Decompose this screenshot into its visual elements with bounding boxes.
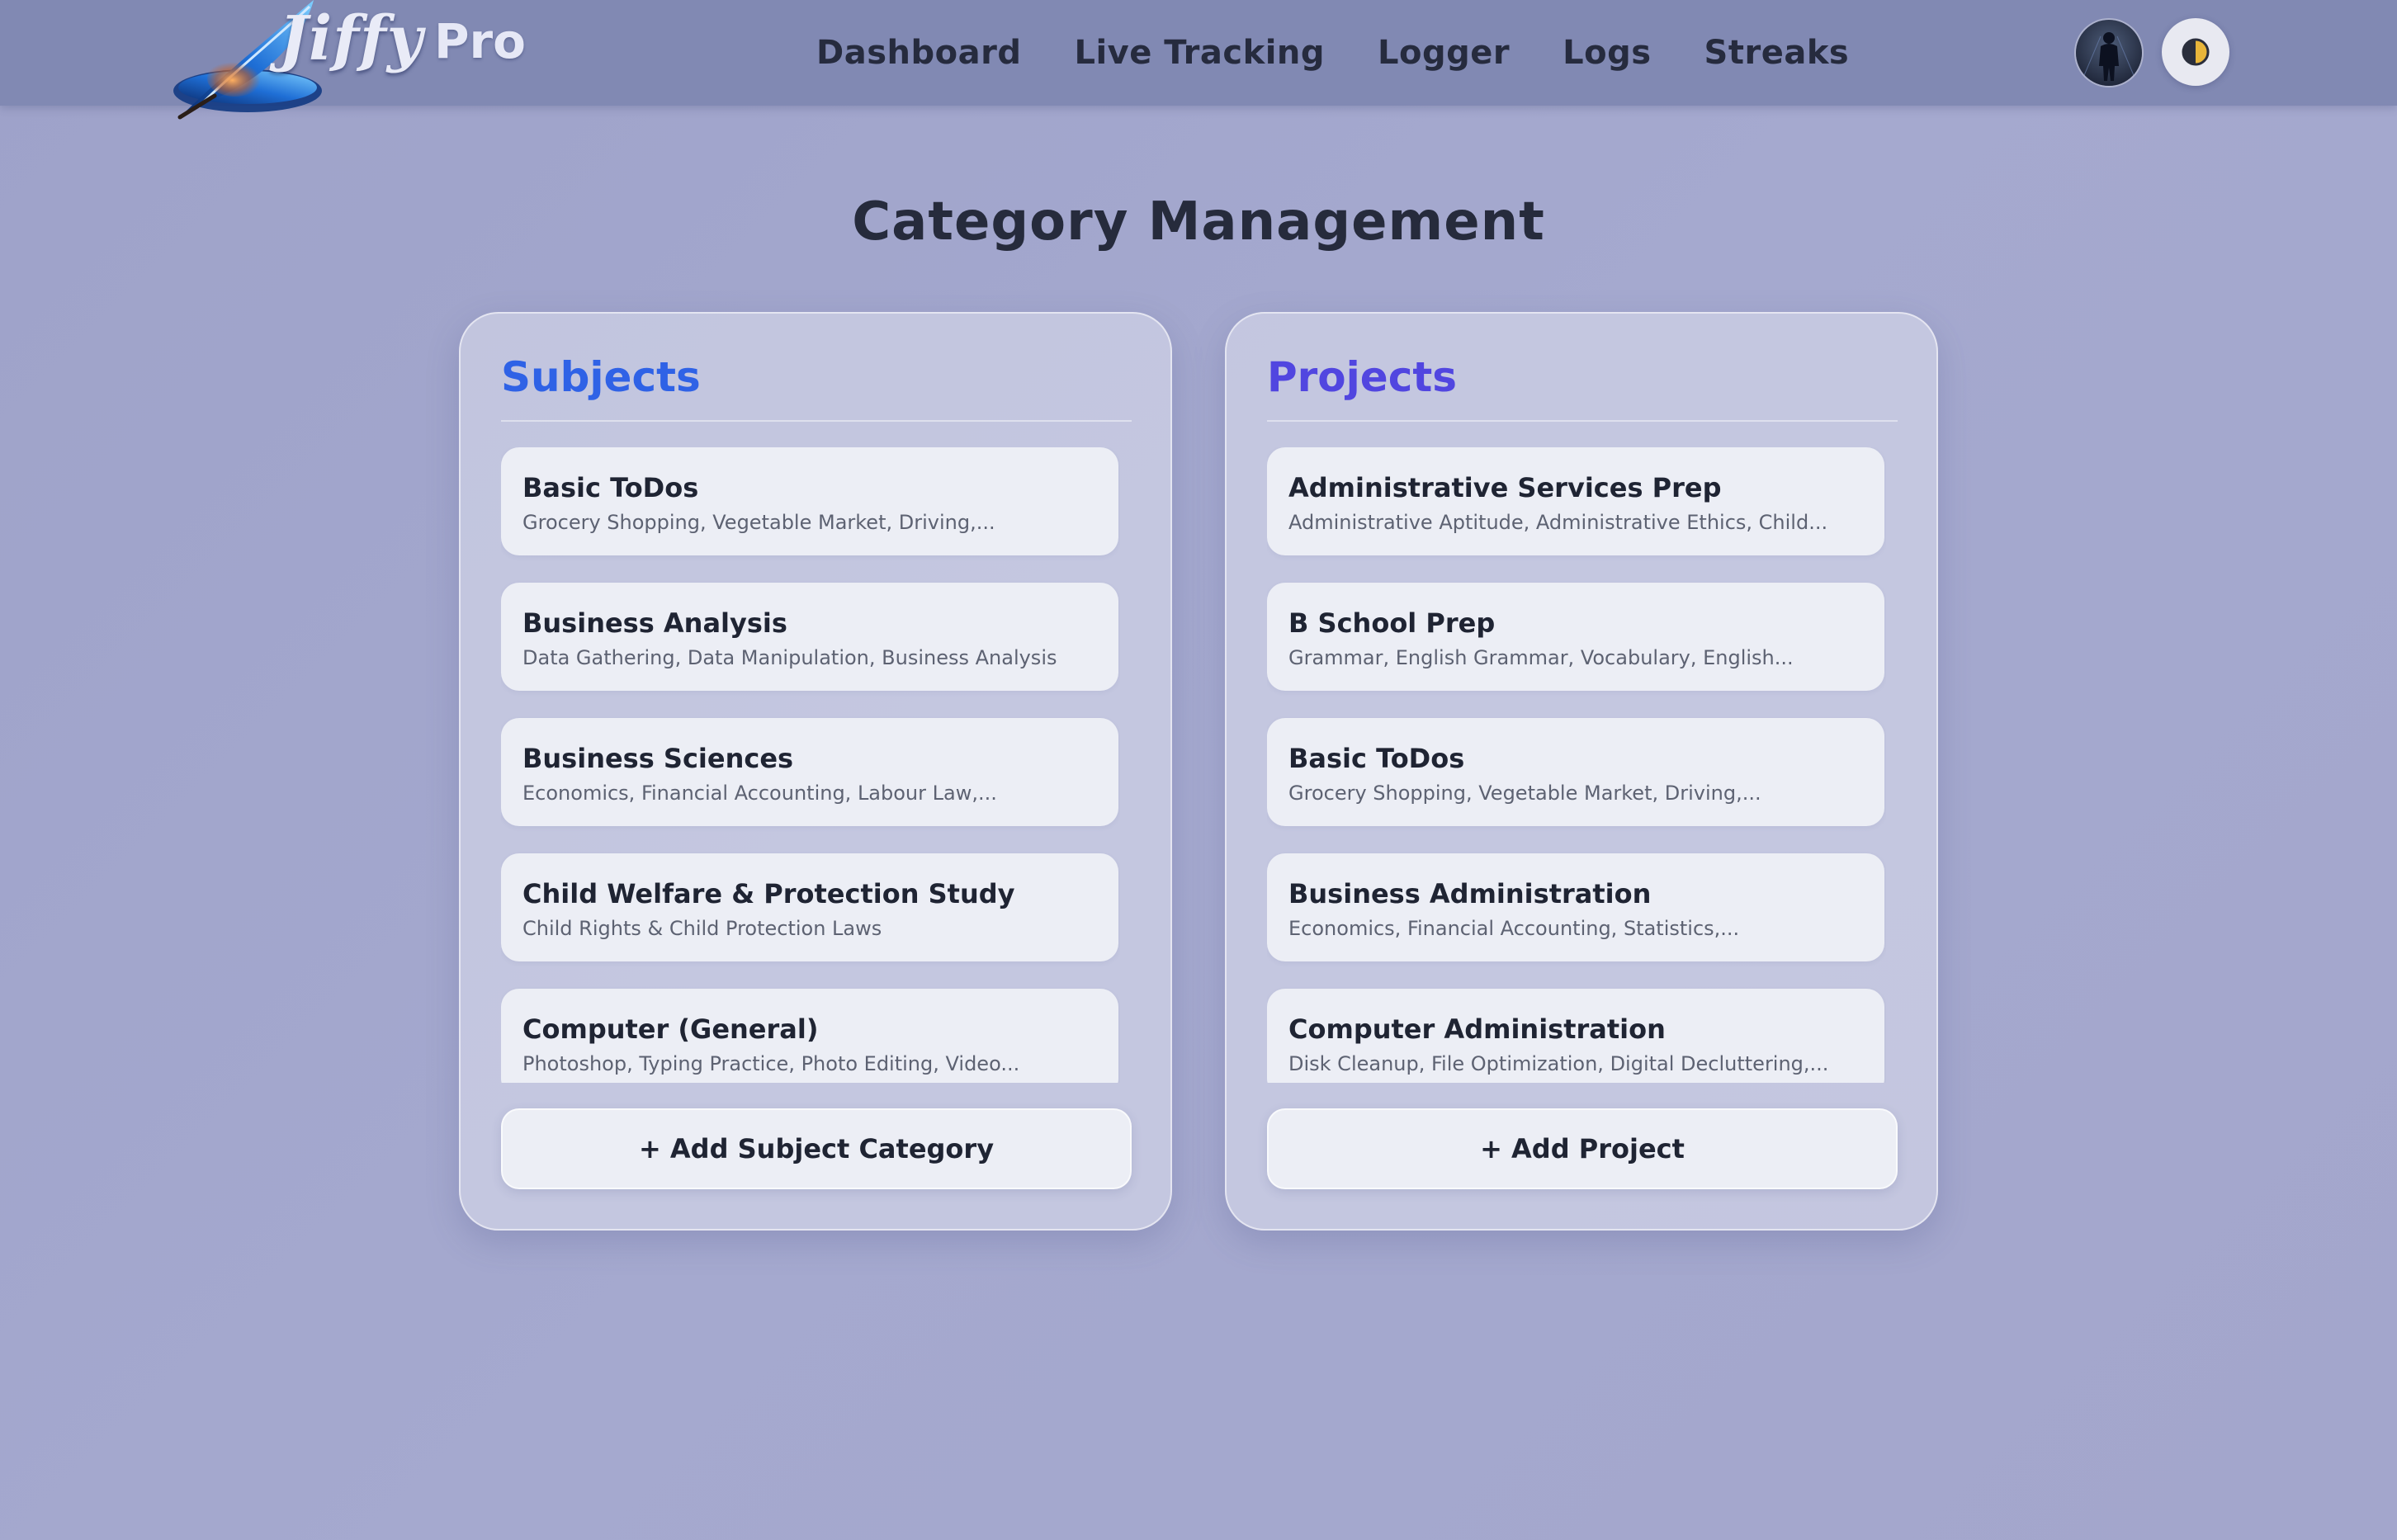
projects-list[interactable]: Administrative Services Prep Administrat…	[1267, 447, 1886, 1083]
nav-dashboard[interactable]: Dashboard	[816, 34, 1021, 72]
nav-live-tracking[interactable]: Live Tracking	[1074, 34, 1325, 72]
subject-item[interactable]: Child Welfare & Protection Study Child R…	[501, 853, 1118, 961]
add-project-button[interactable]: + Add Project	[1267, 1108, 1898, 1189]
subject-item[interactable]: Business Analysis Data Gathering, Data M…	[501, 583, 1118, 691]
subject-item-topics: Economics, Financial Accounting, Labour …	[522, 782, 997, 805]
subject-item-name: Business Sciences	[522, 743, 794, 774]
subject-item-name: Business Analysis	[522, 607, 787, 639]
nav-logger[interactable]: Logger	[1378, 34, 1510, 72]
project-item-topics: Grocery Shopping, Vegetable Market, Driv…	[1288, 782, 1761, 805]
project-item-topics: Disk Cleanup, File Optimization, Digital…	[1288, 1052, 1829, 1075]
subjects-divider	[501, 420, 1132, 422]
subject-item-name: Child Welfare & Protection Study	[522, 878, 1015, 909]
project-item-name: Basic ToDos	[1288, 743, 1465, 774]
add-subject-category-button[interactable]: + Add Subject Category	[501, 1108, 1132, 1189]
project-item-name: Administrative Services Prep	[1288, 472, 1722, 503]
subject-item-name: Basic ToDos	[522, 472, 699, 503]
brand-tier: Pro	[434, 13, 526, 69]
subject-item[interactable]: Computer (General) Photoshop, Typing Pra…	[501, 989, 1118, 1083]
project-item[interactable]: Computer Administration Disk Cleanup, Fi…	[1267, 989, 1884, 1083]
nav-logs[interactable]: Logs	[1563, 34, 1651, 72]
subjects-title: Subjects	[501, 353, 701, 401]
project-item-name: Business Administration	[1288, 878, 1652, 909]
project-item-name: Computer Administration	[1288, 1013, 1666, 1045]
project-item[interactable]: Basic ToDos Grocery Shopping, Vegetable …	[1267, 718, 1884, 826]
page-title: Category Management	[852, 191, 1545, 253]
project-item-name: B School Prep	[1288, 607, 1496, 639]
subject-item[interactable]: Basic ToDos Grocery Shopping, Vegetable …	[501, 447, 1118, 555]
projects-panel: Projects Administrative Services Prep Ad…	[1225, 312, 1938, 1231]
subject-item-topics: Photoshop, Typing Practice, Photo Editin…	[522, 1052, 1020, 1075]
half-moon-icon	[2182, 38, 2210, 66]
subject-item-topics: Grocery Shopping, Vegetable Market, Driv…	[522, 511, 995, 534]
theme-toggle-button[interactable]	[2162, 18, 2229, 86]
user-avatar[interactable]	[2076, 20, 2142, 86]
project-item[interactable]: B School Prep Grammar, English Grammar, …	[1267, 583, 1884, 691]
brand-name: Jiffy	[279, 3, 423, 74]
top-navbar: Jiffy Pro Dashboard Live Tracking Logger…	[0, 0, 2397, 120]
brand-logo[interactable]: Jiffy Pro	[165, 0, 545, 124]
subject-item-name: Computer (General)	[522, 1013, 819, 1045]
project-item-topics: Grammar, English Grammar, Vocabulary, En…	[1288, 646, 1794, 669]
subjects-panel: Subjects Basic ToDos Grocery Shopping, V…	[459, 312, 1172, 1231]
subject-item-topics: Data Gathering, Data Manipulation, Busin…	[522, 646, 1057, 669]
nav-streaks[interactable]: Streaks	[1704, 34, 1850, 72]
project-item[interactable]: Business Administration Economics, Finan…	[1267, 853, 1884, 961]
main-nav: Dashboard Live Tracking Logger Logs Stre…	[816, 25, 1849, 81]
projects-title: Projects	[1267, 353, 1458, 401]
subject-item[interactable]: Business Sciences Economics, Financial A…	[501, 718, 1118, 826]
project-item-topics: Administrative Aptitude, Administrative …	[1288, 511, 1828, 534]
project-item-topics: Economics, Financial Accounting, Statist…	[1288, 917, 1740, 940]
subject-item-topics: Child Rights & Child Protection Laws	[522, 917, 882, 940]
user-silhouette-icon	[2082, 32, 2136, 81]
project-item[interactable]: Administrative Services Prep Administrat…	[1267, 447, 1884, 555]
subjects-list[interactable]: Basic ToDos Grocery Shopping, Vegetable …	[501, 447, 1120, 1083]
projects-divider	[1267, 420, 1898, 422]
